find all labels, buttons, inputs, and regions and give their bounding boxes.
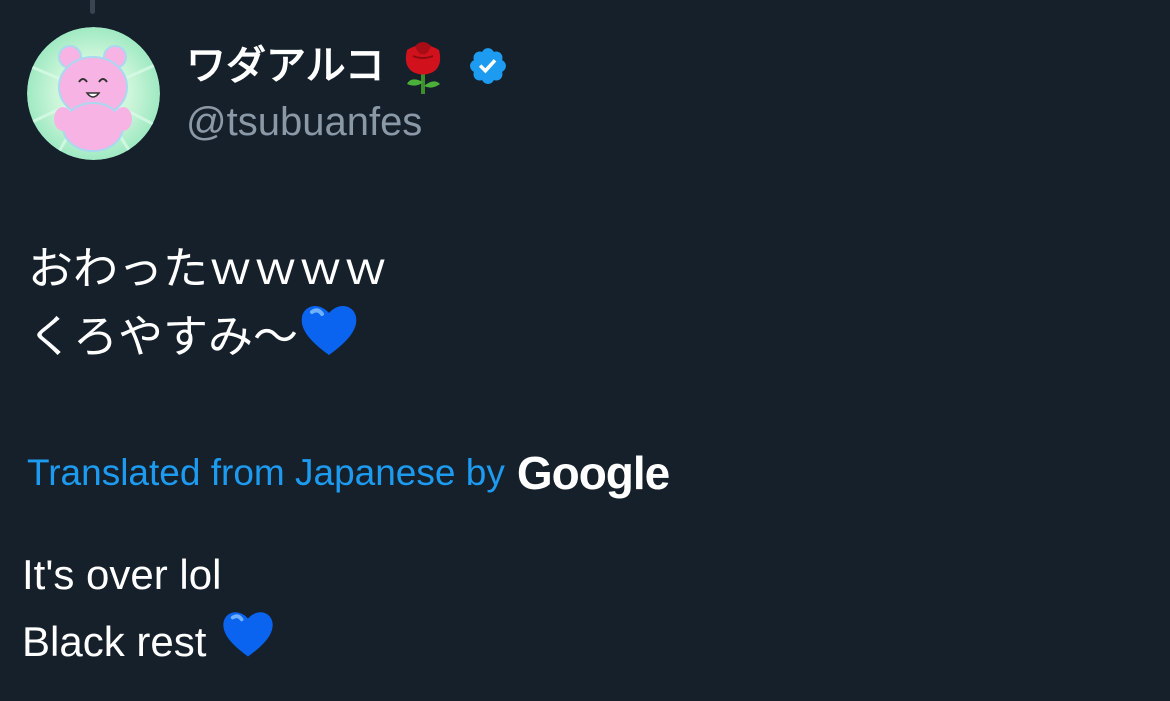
author-display-name-row[interactable]: ワダアルコ — [186, 36, 509, 96]
tweet-line-2: くろやすみ〜 — [28, 300, 388, 374]
translation-attribution: Translated from Japanese by Google — [27, 446, 670, 500]
translated-line-2-text: Black rest — [22, 617, 207, 665]
translated-text: It's over lol Black rest — [22, 544, 276, 677]
author-display-name[interactable]: ワダアルコ — [186, 36, 385, 96]
pink-bear-avatar-icon — [27, 27, 160, 160]
tweet-line-1: おわったｗｗｗｗ — [28, 242, 389, 295]
avatar[interactable] — [27, 27, 160, 160]
author-handle[interactable]: @tsubuanfes — [186, 96, 422, 148]
google-logo: Google — [516, 447, 670, 499]
verified-badge-icon[interactable] — [467, 45, 509, 87]
translated-line-2: Black rest — [22, 606, 276, 677]
blue-heart-icon — [298, 300, 360, 374]
translated-from-label[interactable]: Translated from Japanese by — [27, 452, 505, 494]
translated-line-1: It's over lol — [22, 551, 222, 598]
thread-connector-line — [90, 0, 95, 14]
tweet-line-2-text: くろやすみ〜 — [28, 310, 299, 363]
blue-heart-icon — [220, 606, 276, 677]
rose-icon — [393, 36, 453, 96]
tweet-text: おわったｗｗｗｗ くろやすみ〜 — [28, 238, 388, 374]
